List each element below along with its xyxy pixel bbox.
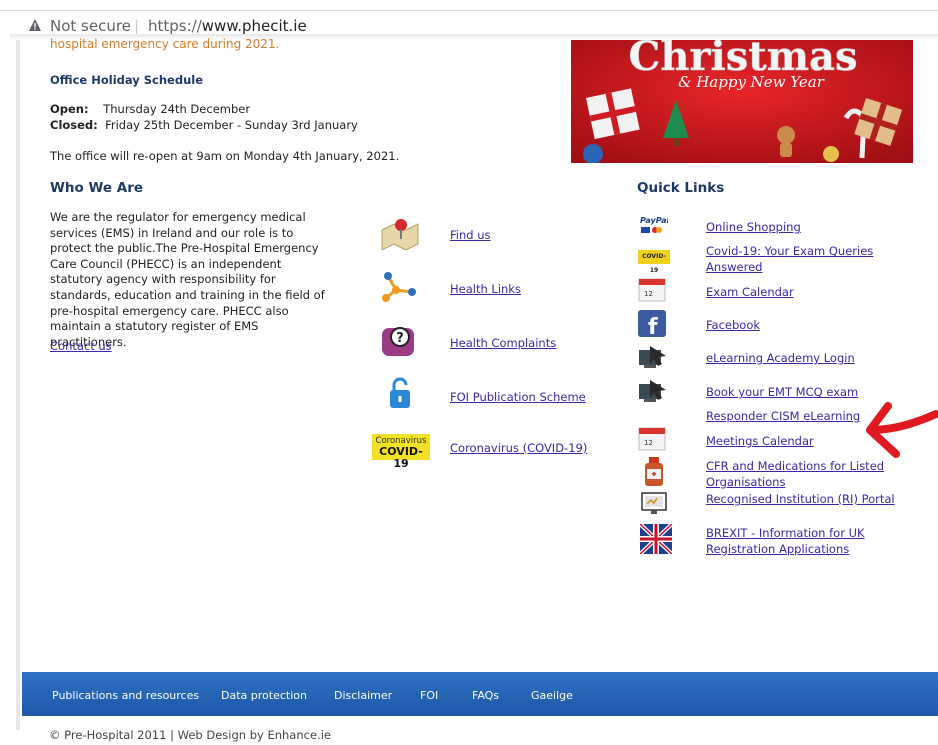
- contact-us-link[interactable]: Contact us: [50, 339, 112, 353]
- who-we-are-heading: Who We Are: [50, 180, 144, 196]
- footer-link-data-protection[interactable]: Data protection: [221, 689, 307, 702]
- svg-text:12: 12: [644, 439, 653, 447]
- map-pin-icon: [381, 219, 419, 250]
- middle-link-coronavirus[interactable]: Coronavirus (COVID-19): [450, 441, 587, 455]
- network-icon: [382, 272, 416, 302]
- footer-link-gaeilge[interactable]: Gaeilge: [531, 689, 573, 702]
- not-secure-label: Not secure: [50, 17, 131, 35]
- svg-text:12: 12: [644, 290, 653, 298]
- monitor-icon: [641, 492, 667, 514]
- calendar-icon: 12: [638, 278, 666, 302]
- calendar-icon: 12: [638, 427, 666, 451]
- quick-link-online-shopping[interactable]: Online Shopping: [706, 220, 896, 236]
- closed-line: Closed: Friday 25th December - Sunday 3r…: [50, 118, 358, 132]
- quick-link-elearning-academy-login[interactable]: eLearning Academy Login: [706, 351, 896, 367]
- middle-link-health-complaints[interactable]: Health Complaints: [450, 336, 556, 350]
- uk-flag-icon: [640, 524, 672, 554]
- covid-icon: COVID-19: [638, 250, 670, 274]
- warning-icon: [29, 19, 41, 31]
- middle-link-find-us[interactable]: Find us: [450, 228, 491, 242]
- padlock-icon: [390, 377, 410, 408]
- quick-link-exam-calendar[interactable]: Exam Calendar: [706, 285, 896, 301]
- open-line: Open: Thursday 24th December: [50, 102, 251, 116]
- annotation-arrow-icon: [866, 402, 938, 458]
- covid-badge-icon: Coronavirus COVID-19: [372, 434, 430, 470]
- facebook-icon: f: [638, 310, 666, 337]
- url-text[interactable]: https://www.phecit.ie: [148, 17, 307, 35]
- svg-text:PayPal: PayPal: [640, 216, 668, 225]
- christmas-banner: Christmas & Happy New Year: [571, 40, 913, 163]
- svg-text:f: f: [648, 315, 658, 337]
- medicine-bottle-icon: [645, 457, 663, 486]
- quick-link-cfr-medications[interactable]: CFR and Medications for Listed Organisat…: [706, 459, 896, 490]
- quick-link-facebook[interactable]: Facebook: [706, 318, 896, 334]
- quick-links-heading: Quick Links: [637, 180, 725, 196]
- emergency-notice-text: hospital emergency care during 2021.: [50, 37, 280, 51]
- quick-link-brexit-information[interactable]: BREXIT - Information for UK Registration…: [706, 526, 896, 557]
- reopen-text: The office will re-open at 9am on Monday…: [50, 149, 400, 163]
- quick-link-covid-exam-queries[interactable]: Covid-19: Your Exam Queries Answered: [706, 244, 896, 275]
- middle-link-foi-publication-scheme[interactable]: FOI Publication Scheme: [450, 390, 586, 404]
- copyright-text: © Pre-Hospital 2011 | Web Design by Enha…: [49, 728, 331, 742]
- footer-bar: Publications and resources Data protecti…: [22, 672, 938, 716]
- who-we-are-text: We are the regulator for emergency medic…: [50, 210, 325, 349]
- quick-link-book-emt-mcq-exam[interactable]: Book your EMT MCQ exam: [706, 385, 896, 401]
- address-separator: |: [134, 17, 140, 35]
- computer-arrow-icon: [639, 346, 666, 368]
- footer-link-faqs[interactable]: FAQs: [472, 689, 499, 702]
- office-holiday-heading: Office Holiday Schedule: [50, 73, 204, 87]
- computer-arrow-icon: [639, 380, 666, 402]
- page-content: hospital emergency care during 2021. Off…: [20, 37, 938, 670]
- quick-link-ri-portal[interactable]: Recognised Institution (RI) Portal: [706, 492, 896, 508]
- paypal-icon: PayPal: [640, 216, 668, 233]
- footer-link-publications[interactable]: Publications and resources: [52, 689, 199, 702]
- middle-link-health-links[interactable]: Health Links: [450, 282, 521, 296]
- question-bubble-icon: ?: [382, 327, 414, 356]
- svg-text:?: ?: [396, 331, 404, 346]
- footer-link-foi[interactable]: FOI: [420, 689, 438, 702]
- footer-link-disclaimer[interactable]: Disclaimer: [334, 689, 392, 702]
- banner-subtitle: & Happy New Year: [678, 73, 825, 91]
